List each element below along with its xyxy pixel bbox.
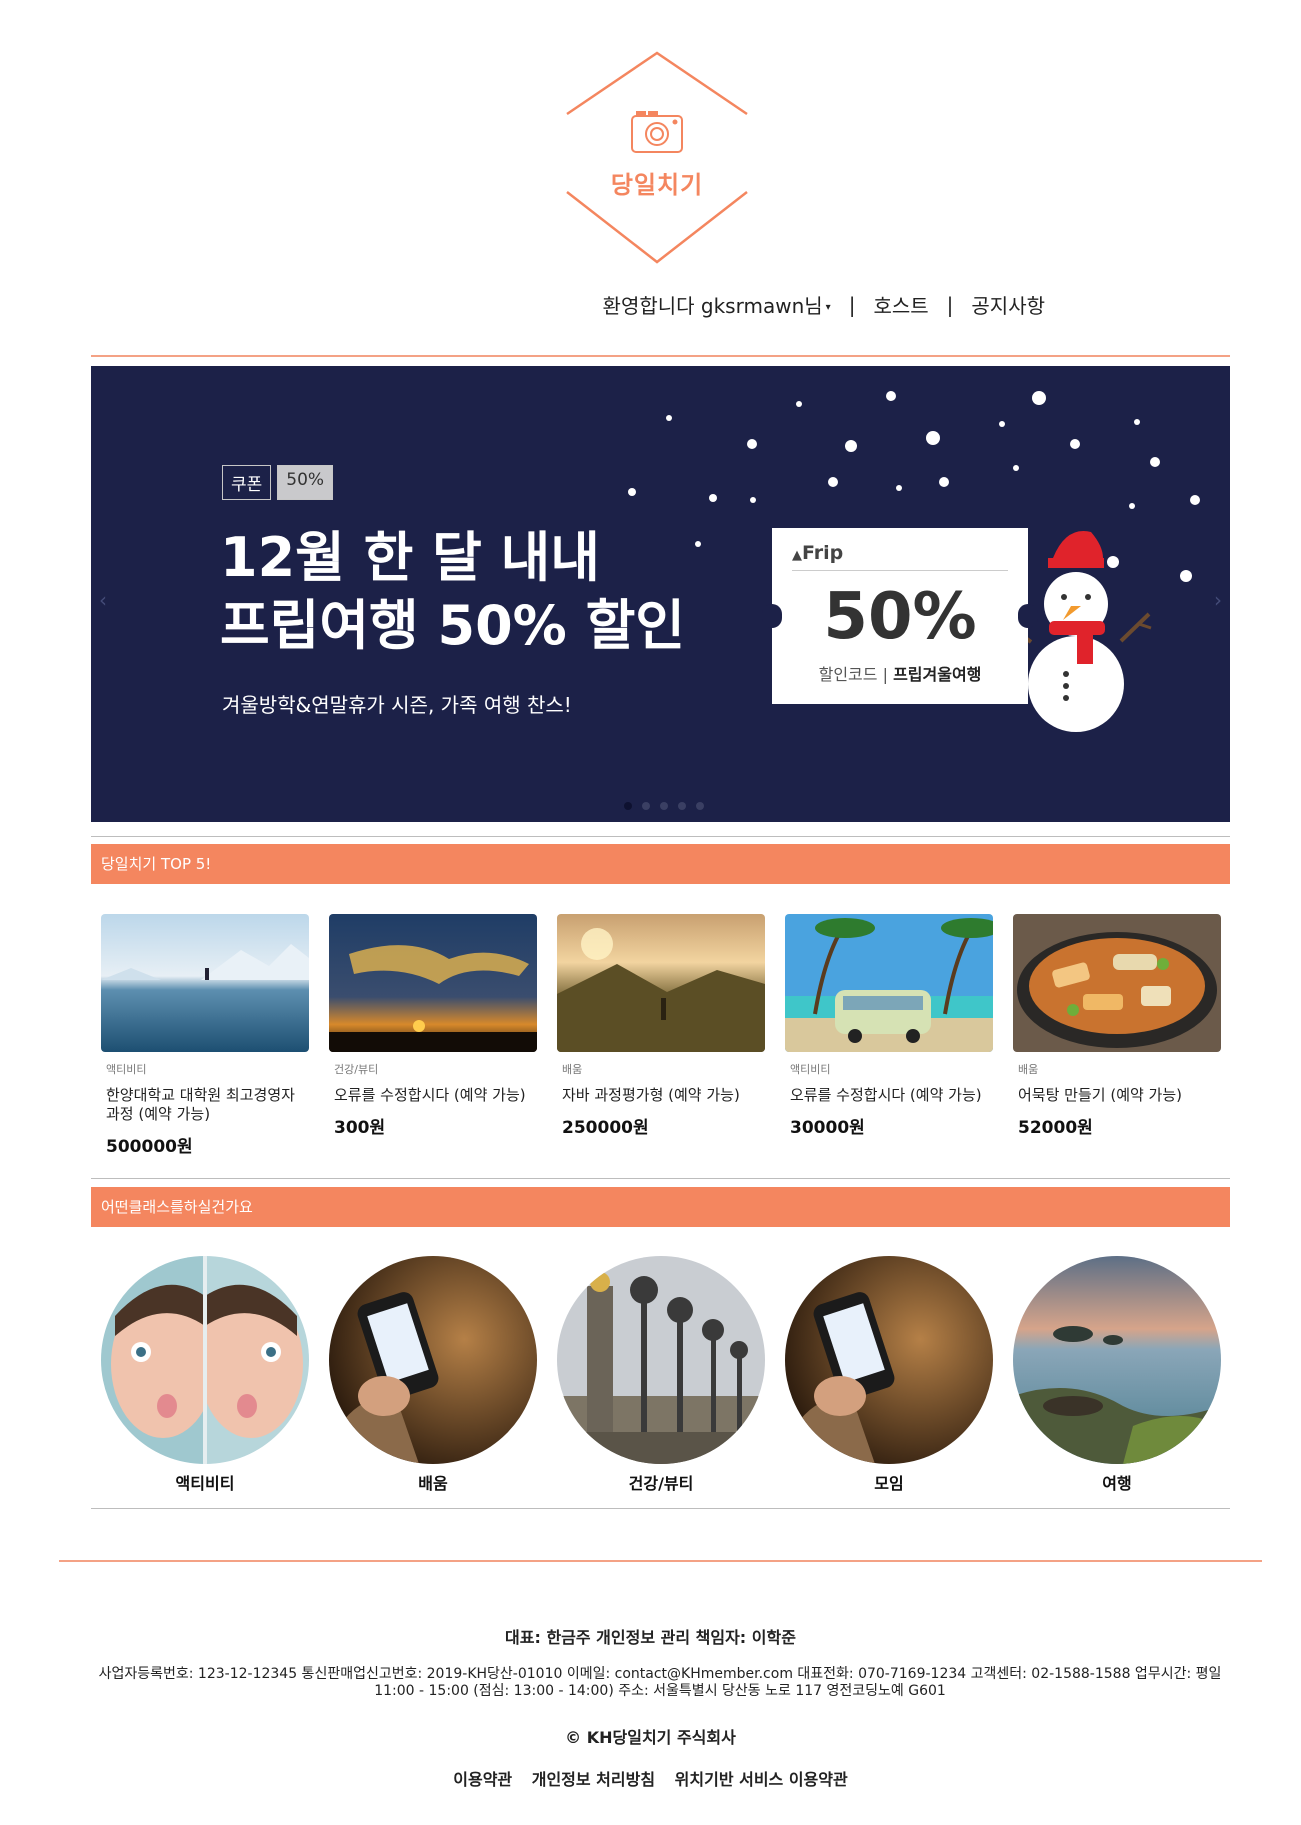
coupon-tag-value: 50% [277,465,334,500]
carousel-dot[interactable] [696,802,704,810]
carousel-dot[interactable] [660,802,668,810]
ticket-code-value: 프립겨울여행 [893,665,982,684]
product-card[interactable]: 배움 자바 과정평가형 (예약 가능) 250000원 [557,914,765,1138]
banner-subline: 겨울방학&연말휴가 시즌, 가족 여행 찬스! [222,693,572,717]
notice-link[interactable]: 공지사항 [971,290,1045,319]
category-item-learning[interactable]: 배움 [329,1256,537,1494]
user-menu[interactable]: 환영합니다 gksrmawn님 ▾ [603,290,831,319]
camera-icon [631,111,683,153]
category-section-title: 어떤클래스를하실건가요 [91,1187,1230,1227]
footer-business-info: 사업자등록번호: 123-12-12345 통신판매업신고번호: 2019-KH… [98,1666,1222,1699]
banner-headline-line: 12월 한 달 내내 [220,526,600,589]
ticket-divider [792,570,1008,571]
nav-separator: | [848,292,856,317]
product-category: 배움 [1018,1063,1039,1076]
product-category: 액티비티 [106,1063,147,1076]
ticket-brand-name: Frip [802,542,844,564]
next-slide-icon[interactable]: › [1214,588,1222,612]
product-title[interactable]: 한양대학교 대학원 최고경영자 과정 (예약 가능) [101,1086,309,1124]
product-price: 250000원 [562,1118,649,1138]
carousel-dot[interactable] [678,802,686,810]
product-price: 30000원 [790,1118,865,1138]
banner-headline-line: 프립여행 50% 할인 [220,594,685,657]
site-logo[interactable]: 당일치기 [562,50,752,266]
category-label[interactable]: 건강/뷰티 [557,1470,765,1494]
coupon-tag: 쿠폰 50% [222,465,334,500]
section-divider [91,1178,1230,1179]
category-label[interactable]: 여행 [1013,1470,1221,1494]
category-item-meetup[interactable]: 모임 [785,1256,993,1494]
ticket-discount: 50% [823,580,977,654]
coupon-tag-label: 쿠폰 [222,465,272,500]
category-item-beauty[interactable]: 건강/뷰티 [557,1256,765,1494]
caret-down-icon: ▾ [825,302,831,313]
banner-headline: 12월 한 달 내내 프립여행 50% 할인 [220,524,685,660]
terms-link[interactable]: 이용약관 [453,1770,512,1789]
product-category: 배움 [562,1063,583,1076]
footer-copyright: © KH당일치기 주식회사 [565,1728,736,1747]
ticket-brand: ▲Frip [792,542,843,564]
product-price: 500000원 [106,1137,193,1157]
category-image[interactable] [785,1256,993,1464]
product-category: 건강/뷰티 [334,1063,379,1076]
product-title[interactable]: 오류를 수정합시다 (예약 가능) [329,1086,537,1105]
section-divider [91,836,1230,837]
ticket-code: 할인코드 | 프립겨울여행 [772,661,1028,685]
product-image[interactable] [557,914,765,1052]
logo-diamond-icon [566,51,748,264]
coupon-ticket: ▲Frip 50% 할인코드 | 프립겨울여행 [762,528,1038,704]
footer-links: 이용약관 개인정보 처리방침 위치기반 서비스 이용약관 [0,1766,1301,1790]
product-price: 52000원 [1018,1118,1093,1138]
category-item-travel[interactable]: 여행 [1013,1256,1221,1494]
product-image[interactable] [329,914,537,1052]
location-terms-link[interactable]: 위치기반 서비스 이용약관 [675,1770,848,1789]
welcome-text: 환영합니다 gksrmawn님 [602,294,823,318]
category-label[interactable]: 배움 [329,1470,537,1494]
product-card[interactable]: 액티비티 한양대학교 대학원 최고경영자 과정 (예약 가능) 500000원 [101,914,309,1157]
product-card[interactable]: 액티비티 오류를 수정합시다 (예약 가능) 30000원 [785,914,993,1138]
product-title[interactable]: 자바 과정평가형 (예약 가능) [557,1086,765,1105]
category-item-activity[interactable]: 액티비티 [101,1256,309,1494]
footer-divider [59,1560,1262,1562]
category-image[interactable] [101,1256,309,1464]
category-label[interactable]: 액티비티 [101,1470,309,1494]
nav-separator: | [946,292,954,317]
product-image[interactable] [1013,914,1221,1052]
mountain-icon: ▲ [792,548,802,563]
category-label[interactable]: 모임 [785,1470,993,1494]
product-image[interactable] [785,914,993,1052]
top5-section-title: 당일치기 TOP 5! [91,844,1230,884]
promo-banner-carousel[interactable]: 쿠폰 50% 12월 한 달 내내 프립여행 50% 할인 겨울방학&연말휴가 … [91,366,1230,822]
footer-representative: 대표: 한금주 개인정보 관리 책임자: 이학준 [505,1628,796,1647]
product-title[interactable]: 어묵탕 만들기 (예약 가능) [1013,1086,1221,1105]
carousel-indicators [624,802,704,810]
product-title[interactable]: 오류를 수정합시다 (예약 가능) [785,1086,993,1105]
category-image[interactable] [329,1256,537,1464]
product-card[interactable]: 건강/뷰티 오류를 수정합시다 (예약 가능) 300원 [329,914,537,1138]
top-navigation: 환영합니다 gksrmawn님 ▾ | 호스트 | 공지사항 [603,290,1045,319]
ticket-code-label: 할인코드 | [818,665,894,684]
product-category: 액티비티 [790,1063,831,1076]
prev-slide-icon[interactable]: ‹ [99,588,107,612]
privacy-policy-link[interactable]: 개인정보 처리방침 [532,1770,655,1789]
product-price: 300원 [334,1118,386,1138]
product-image[interactable] [101,914,309,1052]
header-divider [91,355,1230,357]
category-image[interactable] [1013,1256,1221,1464]
carousel-dot[interactable] [624,802,632,810]
host-link[interactable]: 호스트 [873,290,928,319]
category-image[interactable] [557,1256,765,1464]
section-divider [91,1508,1230,1509]
product-card[interactable]: 배움 어묵탕 만들기 (예약 가능) 52000원 [1013,914,1221,1138]
carousel-dot[interactable] [642,802,650,810]
logo-text: 당일치기 [610,171,704,199]
